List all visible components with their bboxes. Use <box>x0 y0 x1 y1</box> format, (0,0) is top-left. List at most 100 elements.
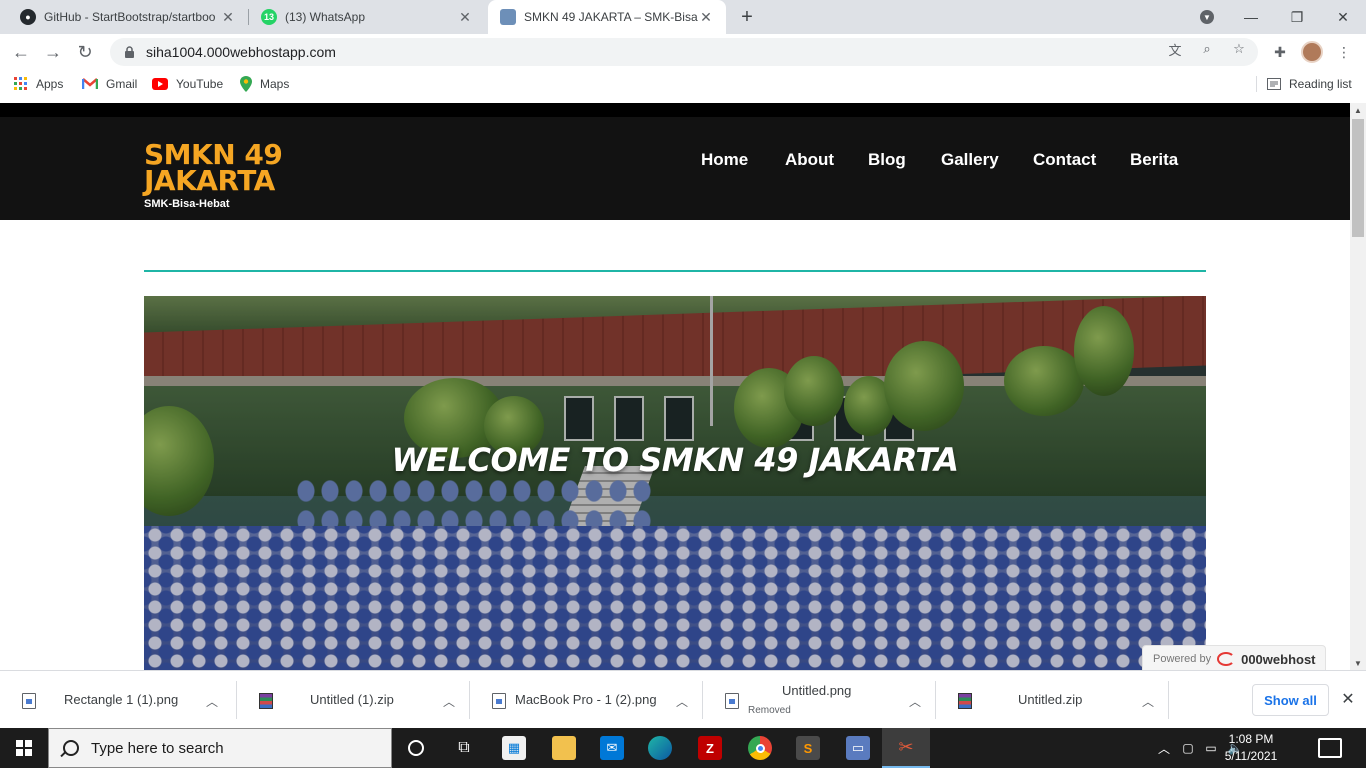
download-item[interactable]: Untitled (1).zip ︿ <box>237 671 471 729</box>
lock-icon[interactable] <box>122 45 136 59</box>
tab-whatsapp[interactable]: 13 (13) WhatsApp ✕ <box>249 0 485 34</box>
new-tab-button[interactable]: + <box>736 6 758 28</box>
reading-list-button[interactable]: Reading list <box>1267 76 1352 92</box>
show-all-downloads-button[interactable]: Show all <box>1252 684 1329 716</box>
extensions-icon[interactable]: ✚ <box>1270 42 1290 62</box>
clock-time: 1:08 PM <box>1228 732 1274 746</box>
bookmark-youtube[interactable]: YouTube <box>152 76 223 92</box>
close-window-button[interactable]: ✕ <box>1320 0 1366 34</box>
taskbar-file-explorer[interactable] <box>540 728 588 768</box>
tray-device-icon[interactable]: ▢ <box>1178 728 1198 768</box>
taskbar-snipping-tool[interactable]: ✂ <box>882 728 930 768</box>
task-view-button[interactable]: ⧉ <box>440 728 488 768</box>
reading-list-icon <box>1267 78 1281 90</box>
chevron-up-icon: ︿ <box>1157 741 1170 756</box>
top-band <box>0 103 1350 117</box>
whatsapp-icon: 13 <box>261 9 277 25</box>
profile-avatar[interactable] <box>1301 41 1323 63</box>
bookmark-star-icon[interactable]: ☆ <box>1230 40 1248 58</box>
download-item[interactable]: Rectangle 1 (1).png ︿ <box>0 671 234 729</box>
scissors-icon: ✂ <box>898 736 914 757</box>
zoom-icon[interactable]: ⌕ <box>1198 40 1216 58</box>
bookmark-label: Gmail <box>106 77 138 91</box>
nav-home[interactable]: Home <box>701 150 748 170</box>
minimize-button[interactable]: — <box>1228 0 1274 34</box>
tab-github[interactable]: ● GitHub - StartBootstrap/startboo ✕ <box>8 0 248 34</box>
bookmark-maps[interactable]: Maps <box>240 76 289 92</box>
bookmark-apps[interactable]: Apps <box>14 76 63 92</box>
nav-contact[interactable]: Contact <box>1033 150 1096 170</box>
reload-icon: ↻ <box>77 41 93 62</box>
download-item[interactable]: Untitled.zip ︿ <box>936 671 1170 729</box>
page-scrollbar[interactable]: ▲ ▼ <box>1350 103 1366 670</box>
taskbar-filezilla[interactable]: Z <box>686 728 734 768</box>
store-bag-icon: ▦ <box>502 736 526 760</box>
address-bar[interactable]: siha1004.000webhostapp.com <box>110 38 1258 66</box>
taskbar-sublime[interactable]: S <box>784 728 832 768</box>
scroll-up-arrow[interactable]: ▲ <box>1350 103 1366 117</box>
start-button[interactable] <box>0 728 48 768</box>
hero-banner: WELCOME TO SMKN 49 JAKARTA <box>144 296 1206 670</box>
close-icon[interactable]: ✕ <box>1338 689 1358 709</box>
nav-about[interactable]: About <box>785 150 834 170</box>
chevron-up-icon[interactable]: ︿ <box>443 693 455 710</box>
nav-blog[interactable]: Blog <box>868 150 906 170</box>
chevron-up-icon[interactable]: ︿ <box>206 693 218 710</box>
close-icon[interactable]: ✕ <box>220 9 236 25</box>
notification-center-icon[interactable] <box>1318 738 1342 758</box>
nav-gallery[interactable]: Gallery <box>941 150 999 170</box>
taskbar-control-panel[interactable]: ▭ <box>834 728 882 768</box>
taskbar-chrome[interactable] <box>736 728 784 768</box>
back-button[interactable]: ← <box>8 39 34 65</box>
hero-overlay <box>144 296 1206 670</box>
tab-smkn49[interactable]: SMKN 49 JAKARTA – SMK-Bisa-H ✕ <box>488 0 726 34</box>
tab-title: SMKN 49 JAKARTA – SMK-Bisa-H <box>524 10 698 24</box>
bookmark-label: Apps <box>36 77 64 91</box>
zip-archive-icon <box>958 693 972 709</box>
task-view-icon: ⧉ <box>458 739 470 756</box>
cortana-circle-icon <box>408 740 424 756</box>
nav-berita[interactable]: Berita <box>1130 150 1178 170</box>
download-item[interactable]: MacBook Pro - 1 (2).png ︿ <box>470 671 704 729</box>
reload-button[interactable]: ↻ <box>72 39 98 65</box>
chevron-up-icon[interactable]: ︿ <box>909 693 921 710</box>
close-icon[interactable]: ✕ <box>457 9 473 25</box>
hero-title: WELCOME TO SMKN 49 JAKARTA <box>391 441 959 479</box>
monitor-icon: ▭ <box>846 736 870 760</box>
taskbar-search-placeholder: Type here to search <box>91 739 224 757</box>
bookmark-label: Maps <box>260 77 290 91</box>
chevron-up-icon[interactable]: ︿ <box>676 693 688 710</box>
taskbar-mail[interactable]: ✉ <box>588 728 636 768</box>
translate-icon[interactable]: 文 <box>1166 40 1184 58</box>
taskbar-edge[interactable] <box>636 728 684 768</box>
download-item[interactable]: Untitled.png Removed ︿ <box>703 671 937 729</box>
download-shelf: Rectangle 1 (1).png ︿ Untitled (1).zip ︿… <box>0 670 1366 728</box>
reading-list-label: Reading list <box>1289 77 1352 91</box>
school-crest-icon <box>500 9 516 25</box>
section-divider <box>144 270 1206 272</box>
clock-date: 5/11/2021 <box>1224 749 1278 763</box>
edge-icon <box>648 736 672 760</box>
page-viewport: SMKN 49 JAKARTA SMK-Bisa-Hebat Home Abou… <box>0 103 1350 670</box>
bookmark-gmail[interactable]: Gmail <box>82 76 137 92</box>
cortana-button[interactable] <box>392 728 440 768</box>
download-filename: Untitled.png <box>782 683 852 698</box>
taskbar-search[interactable]: Type here to search <box>48 728 392 768</box>
chevron-down-icon: ▼ <box>1200 10 1214 24</box>
url-text[interactable]: siha1004.000webhostapp.com <box>146 44 336 60</box>
taskbar-store[interactable]: ▦ <box>490 728 538 768</box>
github-icon: ● <box>20 9 36 25</box>
show-hidden-icons[interactable]: ︿ <box>1154 728 1174 768</box>
taskbar-clock[interactable]: 1:08 PM 5/11/2021 <box>1216 731 1286 765</box>
scroll-down-arrow[interactable]: ▼ <box>1350 656 1366 670</box>
chevron-up-icon[interactable]: ︿ <box>1142 693 1154 710</box>
powered-by-badge[interactable]: Powered by 000webhost <box>1142 645 1326 670</box>
windows-taskbar: Type here to search ⧉ ▦ ✉ Z S ▭ ✂ ︿ ▢ ▭ … <box>0 728 1366 768</box>
close-icon[interactable]: ✕ <box>698 9 714 25</box>
scroll-thumb[interactable] <box>1352 119 1364 237</box>
filezilla-icon: Z <box>698 736 722 760</box>
tab-search-button[interactable]: ▼ <box>1184 0 1230 34</box>
restore-button[interactable]: ❐ <box>1274 0 1320 34</box>
forward-button[interactable]: → <box>40 39 66 65</box>
menu-kebab-icon[interactable]: ⋮ <box>1334 42 1354 62</box>
